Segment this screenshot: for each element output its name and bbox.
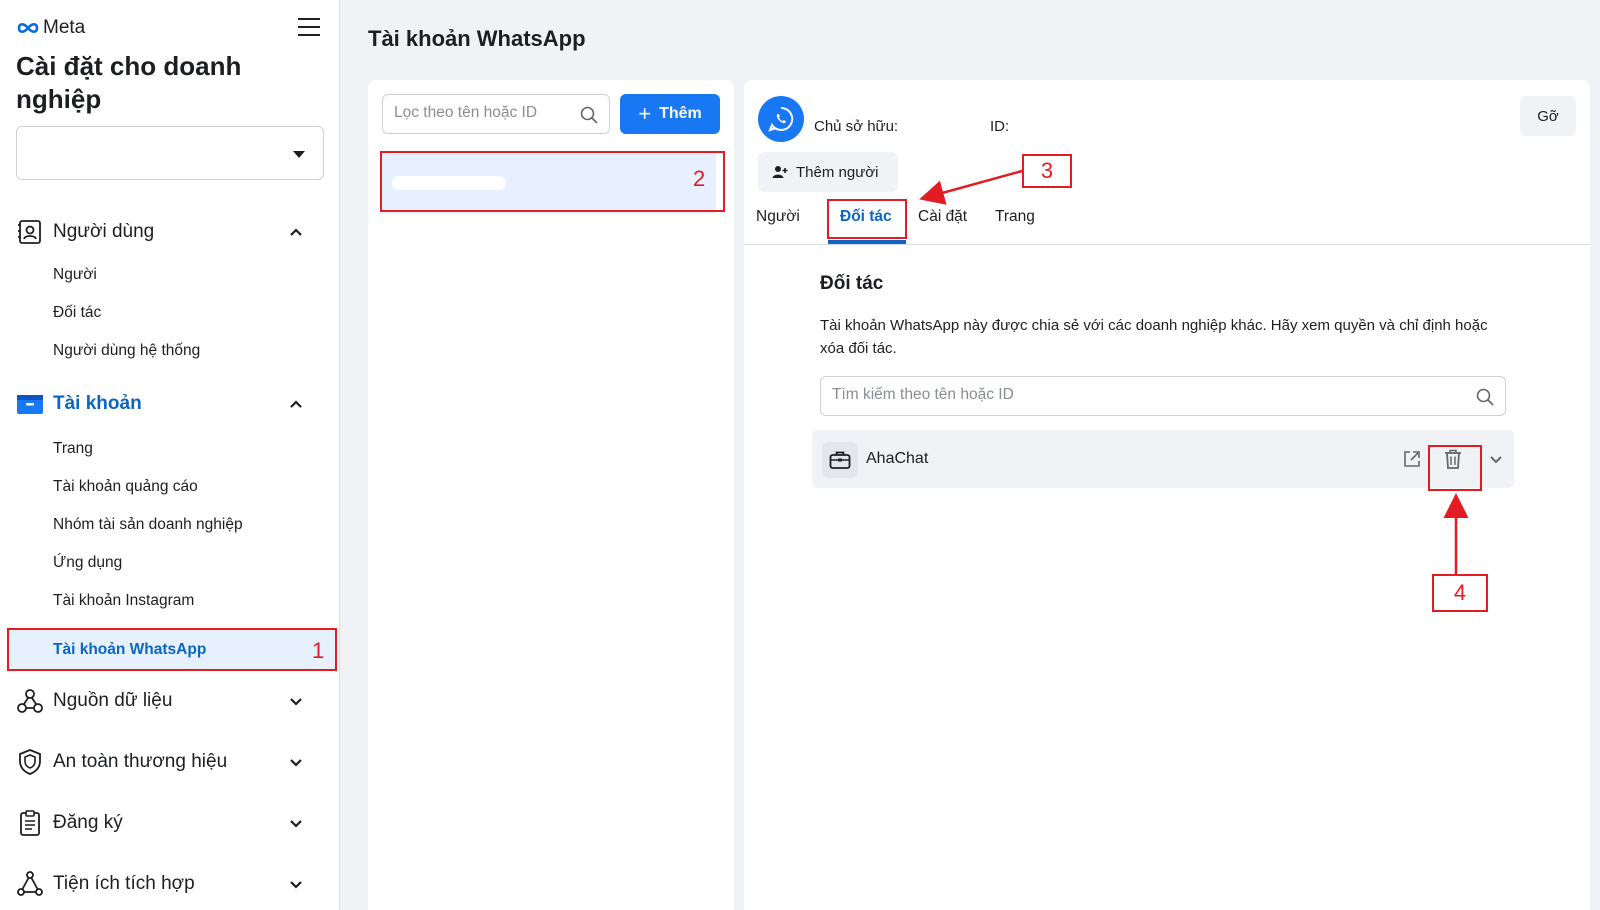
sidebar-section-label: Tài khoản [53,393,142,414]
sidebar-item-pages[interactable]: Trang [53,440,93,458]
sidebar-section-accounts[interactable]: Tài khoản [16,384,324,424]
sidebar-section-label: An toàn thương hiệu [53,751,228,772]
remove-button[interactable]: Gỡ [1520,96,1576,136]
sidebar-section-integrations[interactable]: Tiện ích tích hợp [16,864,324,904]
add-account-label: Thêm [659,105,702,122]
business-selector[interactable] [16,126,324,180]
sidebar-item-people[interactable]: Người [53,266,97,284]
partner-search-input[interactable] [832,386,1432,404]
tab-people[interactable]: Người [756,208,800,226]
sidebar-section-data-sources[interactable]: Nguồn dữ liệu [16,681,324,721]
section-title: Đối tác [820,273,884,294]
chevron-down-icon[interactable] [1488,451,1504,467]
chevron-down-icon [290,698,302,706]
chevron-down-icon [290,820,302,828]
annotation-number-1: 1 [312,638,325,663]
sidebar-item-partners[interactable]: Đối tác [53,304,101,322]
annotation-box-1 [7,628,337,671]
sidebar: Meta Cài đặt cho doanh nghiệp Người dùng… [0,0,340,910]
briefcase-icon [822,442,858,478]
search-icon [580,106,598,124]
section-description: Tài khoản WhatsApp này được chia sẻ với … [820,317,1488,357]
sidebar-section-label: Tiện ích tích hợp [53,873,195,894]
sidebar-section-label: Nguồn dữ liệu [53,690,173,711]
active-tab-indicator [828,240,906,244]
owner-label: Chủ sở hữu: [814,118,899,135]
sidebar-title: Cài đặt cho doanh nghiệp [16,51,242,114]
add-people-button[interactable]: Thêm người [758,152,898,192]
sidebar-item-instagram-accounts[interactable]: Tài khoản Instagram [53,592,194,610]
sidebar-item-business-asset-groups[interactable]: Nhóm tài sản doanh nghiệp [53,516,243,534]
search-icon [1476,388,1494,406]
sidebar-item-system-users[interactable]: Người dùng hệ thống [53,342,200,360]
chevron-up-icon [290,400,302,408]
sidebar-section-brand-safety[interactable]: An toàn thương hiệu [16,742,324,782]
sidebar-section-registrations[interactable]: Đăng ký [16,803,324,843]
page-title: Tài khoản WhatsApp [368,26,586,51]
meta-infinity-icon [17,22,39,34]
annotation-box-tab [827,199,907,239]
external-link-icon[interactable] [1402,449,1422,469]
partner-name: AhaChat [866,450,929,467]
shield-icon [16,748,44,776]
sidebar-section-label: Người dùng [53,221,155,242]
user-badge-icon [16,218,44,246]
tab-pages[interactable]: Trang [995,208,1035,226]
annotation-box-2 [380,151,725,212]
annotation-box-trash [1428,445,1482,491]
add-people-label: Thêm người [796,163,879,181]
integrations-icon [16,870,44,898]
caret-down-icon [293,151,305,158]
meta-logo[interactable]: Meta [16,17,85,39]
add-account-button[interactable]: + Thêm [620,94,720,134]
sidebar-section-label: Đăng ký [53,812,123,833]
data-sources-icon [16,687,44,715]
whatsapp-icon [758,96,804,142]
id-label: ID: [990,118,1010,135]
plus-icon: + [638,101,652,126]
folder-icon [16,390,44,418]
sidebar-item-apps[interactable]: Ứng dụng [53,554,122,572]
chevron-down-icon [290,881,302,889]
add-person-icon [772,166,788,178]
annotation-number-4: 4 [1432,574,1488,612]
annotation-number-3: 3 [1022,154,1072,188]
annotation-number-2: 2 [693,166,706,191]
clipboard-icon [16,809,44,837]
sidebar-item-ad-accounts[interactable]: Tài khoản quảng cáo [53,478,198,496]
chevron-down-icon [290,759,302,767]
menu-icon[interactable] [298,18,320,36]
tab-settings[interactable]: Cài đặt [918,208,967,226]
chevron-up-icon [290,228,302,236]
sidebar-section-users[interactable]: Người dùng [16,212,324,252]
filter-field[interactable] [382,94,610,134]
filter-input[interactable] [394,104,574,122]
partner-list-item[interactable]: AhaChat [812,430,1514,488]
meta-brand-text: Meta [43,17,86,38]
partner-search-field[interactable] [820,376,1506,416]
